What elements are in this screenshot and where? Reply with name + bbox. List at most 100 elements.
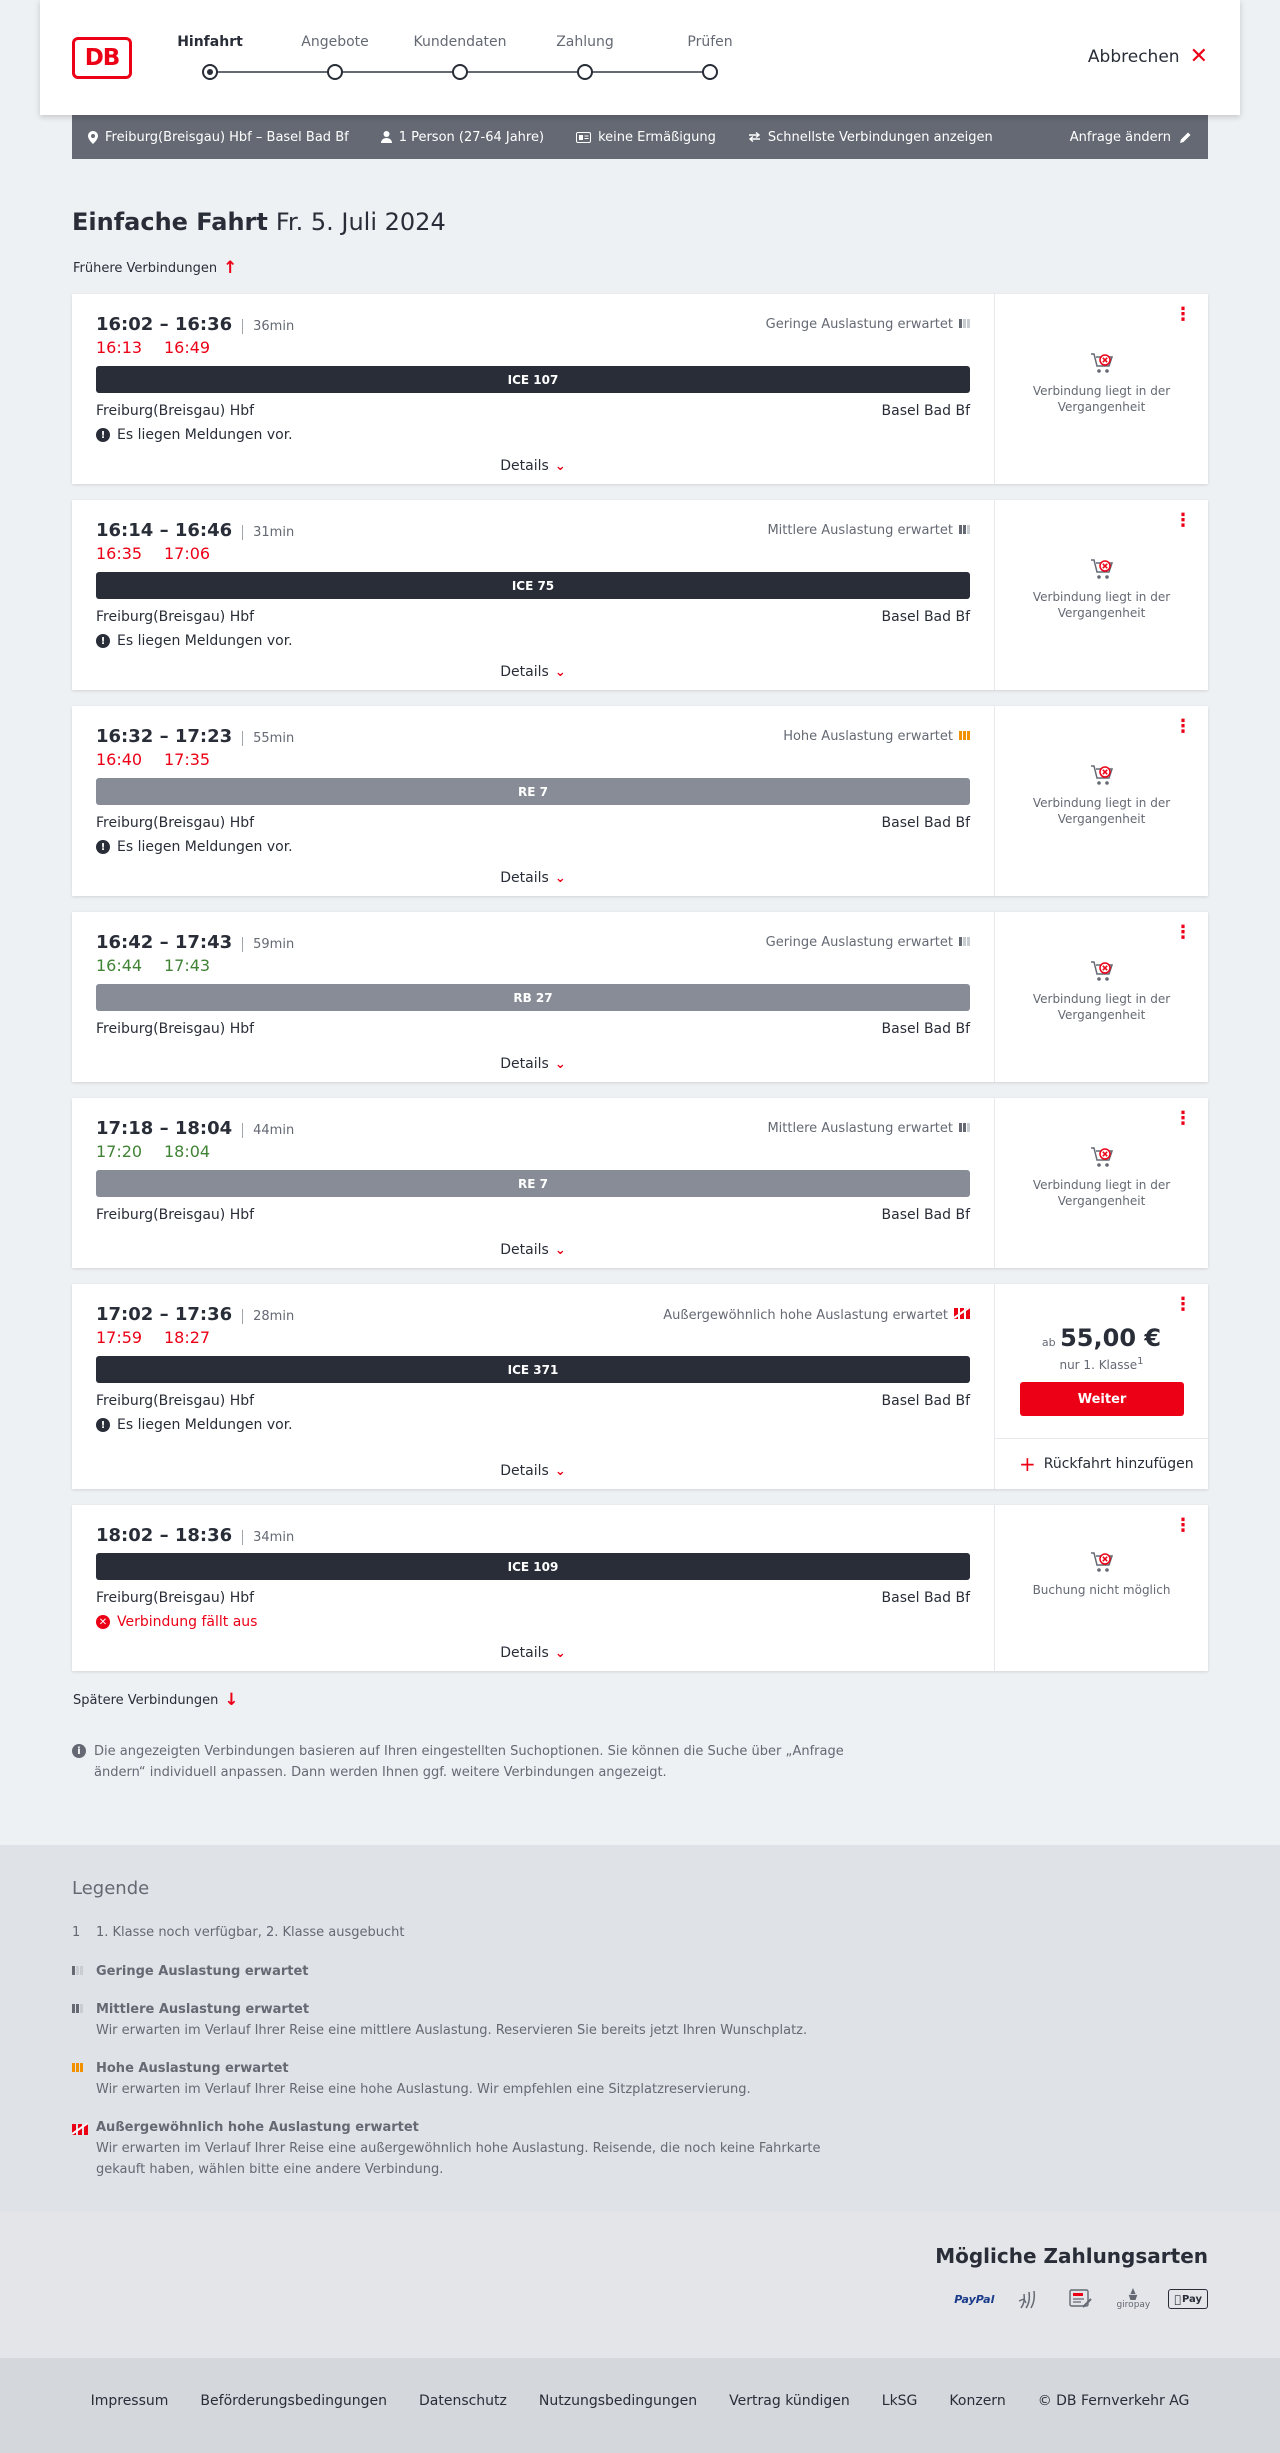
booking-status: Verbindung liegt in der Vergangenheit <box>995 763 1208 827</box>
footer-link-lksg[interactable]: LkSG <box>882 2393 918 2409</box>
legend-title: Legende <box>72 1878 150 1899</box>
more-options-icon[interactable]: ⋮ <box>1174 718 1192 736</box>
cancel-button[interactable]: Abbrechen ✕ <box>1088 46 1208 68</box>
realtime-times: 16:40 17:35 <box>96 750 232 769</box>
footer-link-vertrag-kuendigen[interactable]: Vertrag kündigen <box>729 2393 850 2409</box>
details-label: Details <box>500 1056 549 1072</box>
summary-option[interactable]: Schnellste Verbindungen anzeigen <box>748 130 993 145</box>
legend-footnote: 1 1. Klasse noch verfügbar, 2. Klasse au… <box>72 1922 404 1943</box>
error-icon: ✕ <box>96 1615 110 1629</box>
details-toggle[interactable]: Details ⌄ <box>72 458 994 474</box>
scheduled-times: 16:02 – 16:36 <box>96 314 233 335</box>
edit-request-button[interactable]: Anfrage ändern <box>1070 130 1192 145</box>
train-bar[interactable]: RB 27 <box>96 984 970 1011</box>
more-options-icon[interactable]: ⋮ <box>1174 1110 1192 1128</box>
details-toggle[interactable]: Details ⌄ <box>72 1242 994 1258</box>
connection-info: 16:02 – 16:36 36min 16:13 16:49 Geringe Ausl… <box>72 294 994 484</box>
service-message[interactable]: ! Es liegen Meldungen vor. <box>96 1417 293 1433</box>
connection-times: 17:18 – 18:04 44min <box>96 1118 295 1139</box>
realtime-departure: 17:59 <box>96 1328 143 1347</box>
realtime-times: 16:13 16:49 <box>96 338 232 357</box>
occupancy-label: Geringe Auslastung erwartet <box>765 317 953 332</box>
edit-request-label: Anfrage ändern <box>1069 129 1171 145</box>
occupancy-info: Geringe Auslastung erwartet <box>766 317 970 332</box>
occupancy-icon <box>959 523 970 538</box>
giropay-icon: giropay <box>1116 2288 1150 2310</box>
more-options-icon[interactable]: ⋮ <box>1174 924 1192 942</box>
cart-unavailable-icon <box>1089 763 1115 785</box>
footer-link-impressum[interactable]: Impressum <box>91 2393 169 2409</box>
continue-button[interactable]: Weiter <box>1020 1382 1184 1416</box>
price-class-note: nur 1. Klasse1 <box>995 1356 1208 1372</box>
connection-card: 17:02 – 17:36 28min 17:59 18:27 Außergewöhnl… <box>72 1284 1208 1489</box>
summary-option-text: Schnellste Verbindungen anzeigen <box>767 129 993 145</box>
search-info-note: i Die angezeigten Verbindungen basieren … <box>72 1741 862 1783</box>
train-bar[interactable]: ICE 371 <box>96 1356 970 1383</box>
footer-copyright: © DB Fernverkehr AG <box>1037 2393 1190 2409</box>
footer-link-konzern[interactable]: Konzern <box>949 2393 1005 2409</box>
footer-link-datenschutz[interactable]: Datenschutz <box>419 2393 507 2409</box>
service-message[interactable]: ! Es liegen Meldungen vor. <box>96 839 293 855</box>
payment-methods-section: Mögliche Zahlungsarten PayPal giropay P… <box>0 2212 1280 2358</box>
message-text: Verbindung fällt aus <box>117 1614 258 1630</box>
cart-unavailable-icon <box>1089 959 1115 981</box>
arrival-station: Basel Bad Bf <box>881 1590 970 1606</box>
summary-passengers[interactable]: 1 Person (27-64 Jahre) <box>380 129 545 145</box>
booking-status-text: Verbindung liegt in der Vergangenheit <box>1032 796 1171 826</box>
legend-item-medium-label: Mittlere Auslastung erwartet <box>96 2002 310 2017</box>
payment-title: Mögliche Zahlungsarten <box>935 2244 1208 2268</box>
more-options-icon[interactable]: ⋮ <box>1174 1296 1192 1314</box>
more-options-icon[interactable]: ⋮ <box>1174 306 1192 324</box>
duration: 28min <box>242 1309 295 1324</box>
details-toggle[interactable]: Details ⌄ <box>72 1463 994 1479</box>
footer-link-befoerderungsbedingungen[interactable]: Beförderungsbedingungen <box>200 2393 387 2409</box>
db-logo[interactable]: DB <box>72 37 132 79</box>
occupancy-high-icon <box>72 2062 83 2072</box>
message-text: Es liegen Meldungen vor. <box>117 427 293 443</box>
train-bar[interactable]: RE 7 <box>96 778 970 805</box>
legend-item-high-label: Hohe Auslastung erwartet <box>96 2061 289 2076</box>
more-options-icon[interactable]: ⋮ <box>1174 512 1192 530</box>
summary-route[interactable]: Freiburg(Breisgau) Hbf – Basel Bad Bf <box>88 130 349 145</box>
duration: 59min <box>242 937 295 952</box>
details-label: Details <box>500 1645 549 1661</box>
earlier-connections-label: Frühere Verbindungen <box>73 260 218 276</box>
train-bar[interactable]: ICE 107 <box>96 366 970 393</box>
footer-link-nutzungsbedingungen[interactable]: Nutzungsbedingungen <box>539 2393 697 2409</box>
details-toggle[interactable]: Details ⌄ <box>72 870 994 886</box>
details-label: Details <box>500 1463 549 1479</box>
details-toggle[interactable]: Details ⌄ <box>72 1645 994 1661</box>
cart-unavailable-icon <box>1089 1550 1115 1572</box>
cart-unavailable-icon <box>1089 351 1115 373</box>
pencil-icon <box>1180 132 1191 143</box>
service-message[interactable]: ! Es liegen Meldungen vor. <box>96 427 293 443</box>
earlier-connections-link[interactable]: Frühere Verbindungen ↑ <box>73 258 237 278</box>
occupancy-extreme-icon <box>71 2121 89 2142</box>
add-return-trip-button[interactable]: + Rückfahrt hinzufügen <box>995 1438 1208 1489</box>
chevron-down-icon: ⌄ <box>554 459 566 474</box>
trip-date: Fr. 5. Juli 2024 <box>275 208 446 236</box>
train-bar[interactable]: RE 7 <box>96 1170 970 1197</box>
summary-discount-text: keine Ermäßigung <box>598 129 716 145</box>
chevron-down-icon: ⌄ <box>554 665 566 680</box>
step-dot-hinfahrt <box>202 64 218 80</box>
summary-discount[interactable]: keine Ermäßigung <box>576 130 716 145</box>
departure-station: Freiburg(Breisgau) Hbf <box>96 1590 255 1606</box>
connection-info: 18:02 – 18:36 34min ICE 109 Freiburg(Breisg… <box>72 1505 994 1671</box>
departure-station: Freiburg(Breisgau) Hbf <box>96 1207 255 1223</box>
train-bar[interactable]: ICE 75 <box>96 572 970 599</box>
cart-unavailable-icon <box>1089 557 1115 579</box>
details-label: Details <box>500 1242 549 1258</box>
swap-arrows-icon <box>748 132 760 142</box>
service-message[interactable]: ! Es liegen Meldungen vor. <box>96 633 293 649</box>
more-options-icon[interactable]: ⋮ <box>1174 1517 1192 1535</box>
connection-info: 17:18 – 18:04 44min 17:20 18:04 Mittlere Aus… <box>72 1098 994 1268</box>
booking-status-text: Verbindung liegt in der Vergangenheit <box>1032 992 1171 1022</box>
train-bar[interactable]: ICE 109 <box>96 1553 970 1580</box>
details-toggle[interactable]: Details ⌄ <box>72 1056 994 1072</box>
price-value: 55,00 € <box>1060 1324 1162 1352</box>
later-connections-link[interactable]: Spätere Verbindungen ↓ <box>73 1690 239 1710</box>
connection-info: 16:14 – 16:46 31min 16:35 17:06 Mittlere Aus… <box>72 500 994 690</box>
details-toggle[interactable]: Details ⌄ <box>72 664 994 680</box>
summary-passengers-text: 1 Person (27-64 Jahre) <box>398 129 545 145</box>
